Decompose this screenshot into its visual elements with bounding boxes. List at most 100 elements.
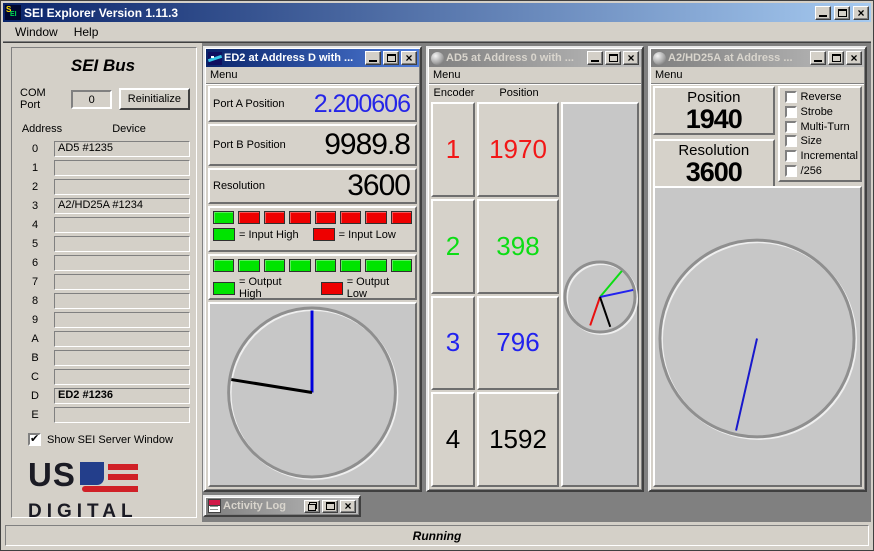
led-indicator-high	[238, 259, 259, 272]
show-server-label: Show SEI Server Window	[47, 434, 173, 446]
minimize-icon	[369, 60, 377, 62]
led-indicator-high	[289, 259, 310, 272]
minimize-icon	[591, 60, 599, 62]
a2-options-panel: ReverseStrobeMulti-TurnSizeIncremental/2…	[778, 86, 862, 182]
option-checkbox[interactable]	[785, 106, 797, 118]
a2-minimize-button[interactable]	[810, 51, 826, 65]
a2-menu[interactable]: Menu	[655, 69, 683, 81]
a2-window: A2/HD25A at Address ... × Menu Position …	[648, 46, 867, 492]
com-port-field[interactable]: 0	[71, 90, 111, 109]
option-checkbox[interactable]	[785, 91, 797, 103]
window-title: SEI Explorer Version 1.11.3	[24, 6, 812, 20]
address-row: E	[16, 405, 190, 424]
ed2-window-icon[interactable]	[208, 52, 222, 65]
led-indicator-low	[391, 211, 412, 224]
device-field	[54, 160, 190, 176]
reinitialize-button[interactable]: Reinitialize	[119, 88, 190, 110]
address-label: 6	[16, 257, 54, 269]
input-low-swatch	[313, 228, 335, 241]
address-row: 0AD5 #1235	[16, 139, 190, 158]
activity-log-close-button[interactable]: ×	[340, 500, 356, 513]
option-row: /256	[785, 165, 858, 177]
main-menubar: Window Help	[3, 22, 871, 42]
restore-icon	[308, 502, 317, 511]
device-field	[54, 236, 190, 252]
close-button[interactable]: ×	[853, 6, 869, 20]
activity-log-title: Activity Log	[223, 500, 302, 512]
minimize-button[interactable]	[815, 6, 831, 20]
ad5-minimize-button[interactable]	[587, 51, 603, 65]
option-checkbox[interactable]	[785, 121, 797, 133]
ad5-menu[interactable]: Menu	[433, 69, 461, 81]
ad5-maximize-button[interactable]	[605, 51, 621, 65]
mdi-workspace: SEI Bus COM Port 0 Reinitialize Address …	[3, 42, 871, 522]
output-led-panel: = Output High = Output Low	[208, 254, 417, 300]
ed2-menu[interactable]: Menu	[210, 69, 238, 81]
encoder-cell: 2	[431, 199, 475, 294]
device-field	[54, 312, 190, 328]
port-a-panel: Port A Position 2.200606	[208, 86, 417, 122]
device-field	[54, 407, 190, 423]
ed2-close-button[interactable]: ×	[401, 51, 417, 65]
menu-window[interactable]: Window	[7, 23, 66, 41]
maximize-button[interactable]	[834, 6, 850, 20]
led-indicator-high	[340, 259, 361, 272]
show-server-checkbox[interactable]: ✔	[28, 433, 41, 446]
led-indicator-low	[315, 211, 336, 224]
sei-app-icon[interactable]: SEI	[5, 5, 21, 20]
main-titlebar[interactable]: SEI SEI Explorer Version 1.11.3 ×	[3, 3, 871, 22]
led-indicator-low	[365, 211, 386, 224]
resolution-value: 3600	[289, 171, 412, 201]
device-field	[54, 179, 190, 195]
ed2-titlebar[interactable]: ED2 at Address D with ... ×	[206, 49, 419, 67]
activity-log-maximize-button[interactable]	[322, 500, 338, 513]
led-indicator-high	[213, 211, 234, 224]
ad5-close-button[interactable]: ×	[623, 51, 639, 65]
ed2-maximize-button[interactable]	[383, 51, 399, 65]
address-label: 1	[16, 162, 54, 174]
address-label: 9	[16, 314, 54, 326]
device-field: ED2 #1236	[54, 388, 190, 404]
a2-position-panel: Position 1940	[653, 86, 775, 135]
activity-log-icon[interactable]	[208, 500, 221, 513]
led-indicator-low	[238, 211, 259, 224]
ed2-minimize-button[interactable]	[365, 51, 381, 65]
logo-digital-text: DIGITAL	[28, 501, 190, 522]
maximize-icon	[838, 9, 847, 17]
position-header: Position	[477, 87, 561, 102]
us-digital-logo: US DIGITAL	[28, 460, 190, 522]
a2-close-button[interactable]: ×	[846, 51, 862, 65]
option-checkbox[interactable]	[785, 150, 797, 162]
a2-titlebar[interactable]: A2/HD25A at Address ... ×	[651, 49, 864, 67]
address-row: 4	[16, 215, 190, 234]
option-checkbox[interactable]	[785, 135, 797, 147]
maximize-icon	[609, 54, 618, 62]
status-bar: Running	[3, 522, 871, 548]
option-label: Size	[801, 135, 822, 147]
input-led-panel: = Input High = Input Low	[208, 206, 417, 252]
activity-log-restore-button[interactable]	[304, 500, 320, 513]
sei-bus-heading: SEI Bus	[16, 56, 190, 76]
a2-window-icon[interactable]	[653, 52, 666, 65]
ad5-window-icon[interactable]	[431, 52, 444, 65]
menu-help[interactable]: Help	[66, 23, 107, 41]
port-a-value: 2.200606	[289, 92, 412, 117]
activity-log-titlebar[interactable]: Activity Log ×	[206, 498, 358, 514]
output-high-swatch	[213, 282, 235, 295]
a2-maximize-button[interactable]	[828, 51, 844, 65]
option-row: Reverse	[785, 91, 858, 103]
option-row: Multi-Turn	[785, 121, 858, 133]
us-flag-icon	[80, 462, 138, 498]
led-indicator-high	[264, 259, 285, 272]
option-checkbox[interactable]	[785, 165, 797, 177]
close-icon: ×	[405, 53, 412, 63]
ad5-window: AD5 at Address 0 with ... × Menu Encoder…	[426, 46, 644, 492]
status-text: Running	[5, 525, 869, 546]
ad5-dial-panel	[561, 102, 639, 487]
ad5-titlebar[interactable]: AD5 at Address 0 with ... ×	[429, 49, 641, 67]
led-indicator-low	[264, 211, 285, 224]
address-row: 3A2/HD25A #1234	[16, 196, 190, 215]
input-high-label: = Input High	[239, 229, 299, 241]
activity-log-window: Activity Log ×	[203, 495, 361, 517]
output-low-label: = Output Low	[347, 276, 412, 300]
